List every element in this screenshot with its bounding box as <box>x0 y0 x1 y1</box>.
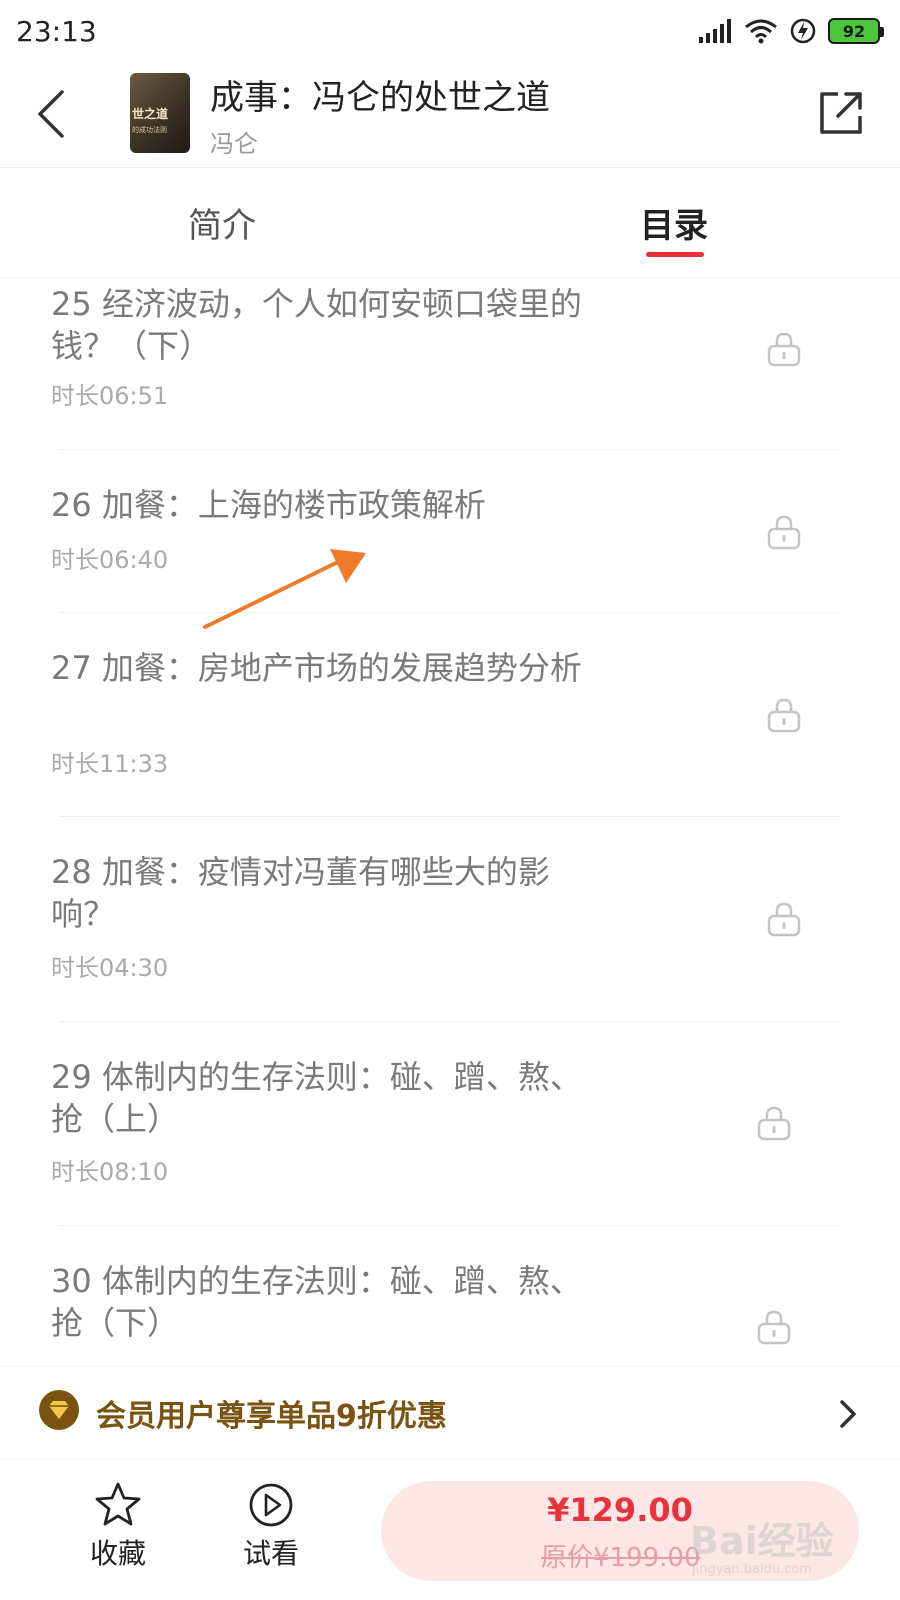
play-circle-icon <box>249 1483 293 1527</box>
battery-indicator: 92 <box>828 18 884 44</box>
list-item[interactable]: 27 加餐：房地产市场的发展趋势分析 时长11:33 <box>51 612 840 817</box>
original-price: 原价¥199.00 <box>541 1543 701 1573</box>
wifi-icon <box>745 19 777 44</box>
watermark-url: jingyan.baidu.com <box>692 1562 812 1577</box>
promo-text: 会员用户尊享单品9折优惠 <box>96 1399 447 1434</box>
status-bar: 23:13 92 <box>0 0 900 62</box>
tab-intro[interactable]: 简介 <box>188 198 256 247</box>
item-duration: 时长08:10 <box>51 1158 169 1186</box>
active-tab-indicator <box>646 252 704 257</box>
lock-icon <box>767 698 801 733</box>
list-item[interactable]: 30 体制内的生存法则：碰、蹭、熬、抢（下） <box>51 1225 840 1366</box>
share-icon <box>820 92 862 134</box>
chevron-left-icon <box>38 90 64 138</box>
item-title: 27 加餐：房地产市场的发展趋势分析 <box>51 649 582 687</box>
item-title: 25 经济波动，个人如何安顿口袋里的钱？（下） <box>51 285 582 365</box>
book-title: 成事：冯仑的处世之道 <box>210 78 550 118</box>
list-item[interactable]: 29 体制内的生存法则：碰、蹭、熬、抢（上） 时长08:10 <box>51 1021 840 1226</box>
battery-level: 92 <box>842 21 866 41</box>
book-author: 冯仑 <box>210 130 258 158</box>
item-duration: 时长04:30 <box>51 954 169 982</box>
back-button[interactable] <box>30 84 74 144</box>
status-time: 23:13 <box>16 14 97 48</box>
item-title: 28 加餐：疫情对冯董有哪些大的影响？ <box>51 853 550 933</box>
lock-icon <box>767 902 801 937</box>
preview-label: 试看 <box>242 1537 299 1570</box>
chevron-right-icon <box>840 1400 856 1428</box>
signal-icon <box>699 19 731 43</box>
lock-icon <box>757 1310 791 1345</box>
item-title: 26 加餐：上海的楼市政策解析 <box>51 486 486 524</box>
catalog-list[interactable]: 25 经济波动，个人如何安顿口袋里的钱？（下） 时长06:51 26 加餐：上海… <box>0 278 900 1366</box>
tab-catalog[interactable]: 目录 <box>640 198 708 247</box>
item-duration: 时长06:40 <box>51 546 169 574</box>
item-title: 29 体制内的生存法则：碰、蹭、熬、抢（上） <box>51 1058 582 1138</box>
item-duration: 时长06:51 <box>51 382 169 410</box>
charging-icon <box>790 18 816 44</box>
cover-subtitle-text: 的成功法则 <box>132 126 167 134</box>
tab-bar: 简介 目录 <box>0 168 900 278</box>
preview-button[interactable]: 试看 <box>216 1480 326 1580</box>
book-header: 世之道 的成功法则 成事：冯仑的处世之道 冯仑 <box>0 62 900 168</box>
item-title: 30 体制内的生存法则：碰、蹭、熬、抢（下） <box>51 1262 582 1342</box>
vip-diamond-icon <box>39 1390 79 1430</box>
item-duration: 时长11:33 <box>51 750 169 778</box>
list-item[interactable]: 26 加餐：上海的楼市政策解析 时长06:40 <box>51 449 840 613</box>
book-cover[interactable]: 世之道 的成功法则 <box>130 73 190 153</box>
status-icons: 92 <box>698 17 884 45</box>
baidu-jingyan-watermark: Bai经验 jingyan.baidu.com <box>680 1500 880 1590</box>
cover-title-text: 世之道 <box>132 107 169 121</box>
lock-icon <box>767 515 801 550</box>
lock-icon <box>757 1106 791 1141</box>
list-item[interactable]: 25 经济波动，个人如何安顿口袋里的钱？（下） 时长06:51 <box>51 278 840 450</box>
vip-promo-bar[interactable]: 会员用户尊享单品9折优惠 <box>0 1366 900 1460</box>
watermark-brand: Bai经验 <box>690 1519 834 1563</box>
share-button[interactable] <box>816 88 866 138</box>
list-item[interactable]: 28 加餐：疫情对冯董有哪些大的影响？ 时长04:30 <box>51 816 840 1022</box>
star-icon <box>95 1482 141 1526</box>
lock-icon <box>767 332 801 367</box>
collect-label: 收藏 <box>89 1537 146 1570</box>
collect-button[interactable]: 收藏 <box>63 1480 173 1580</box>
